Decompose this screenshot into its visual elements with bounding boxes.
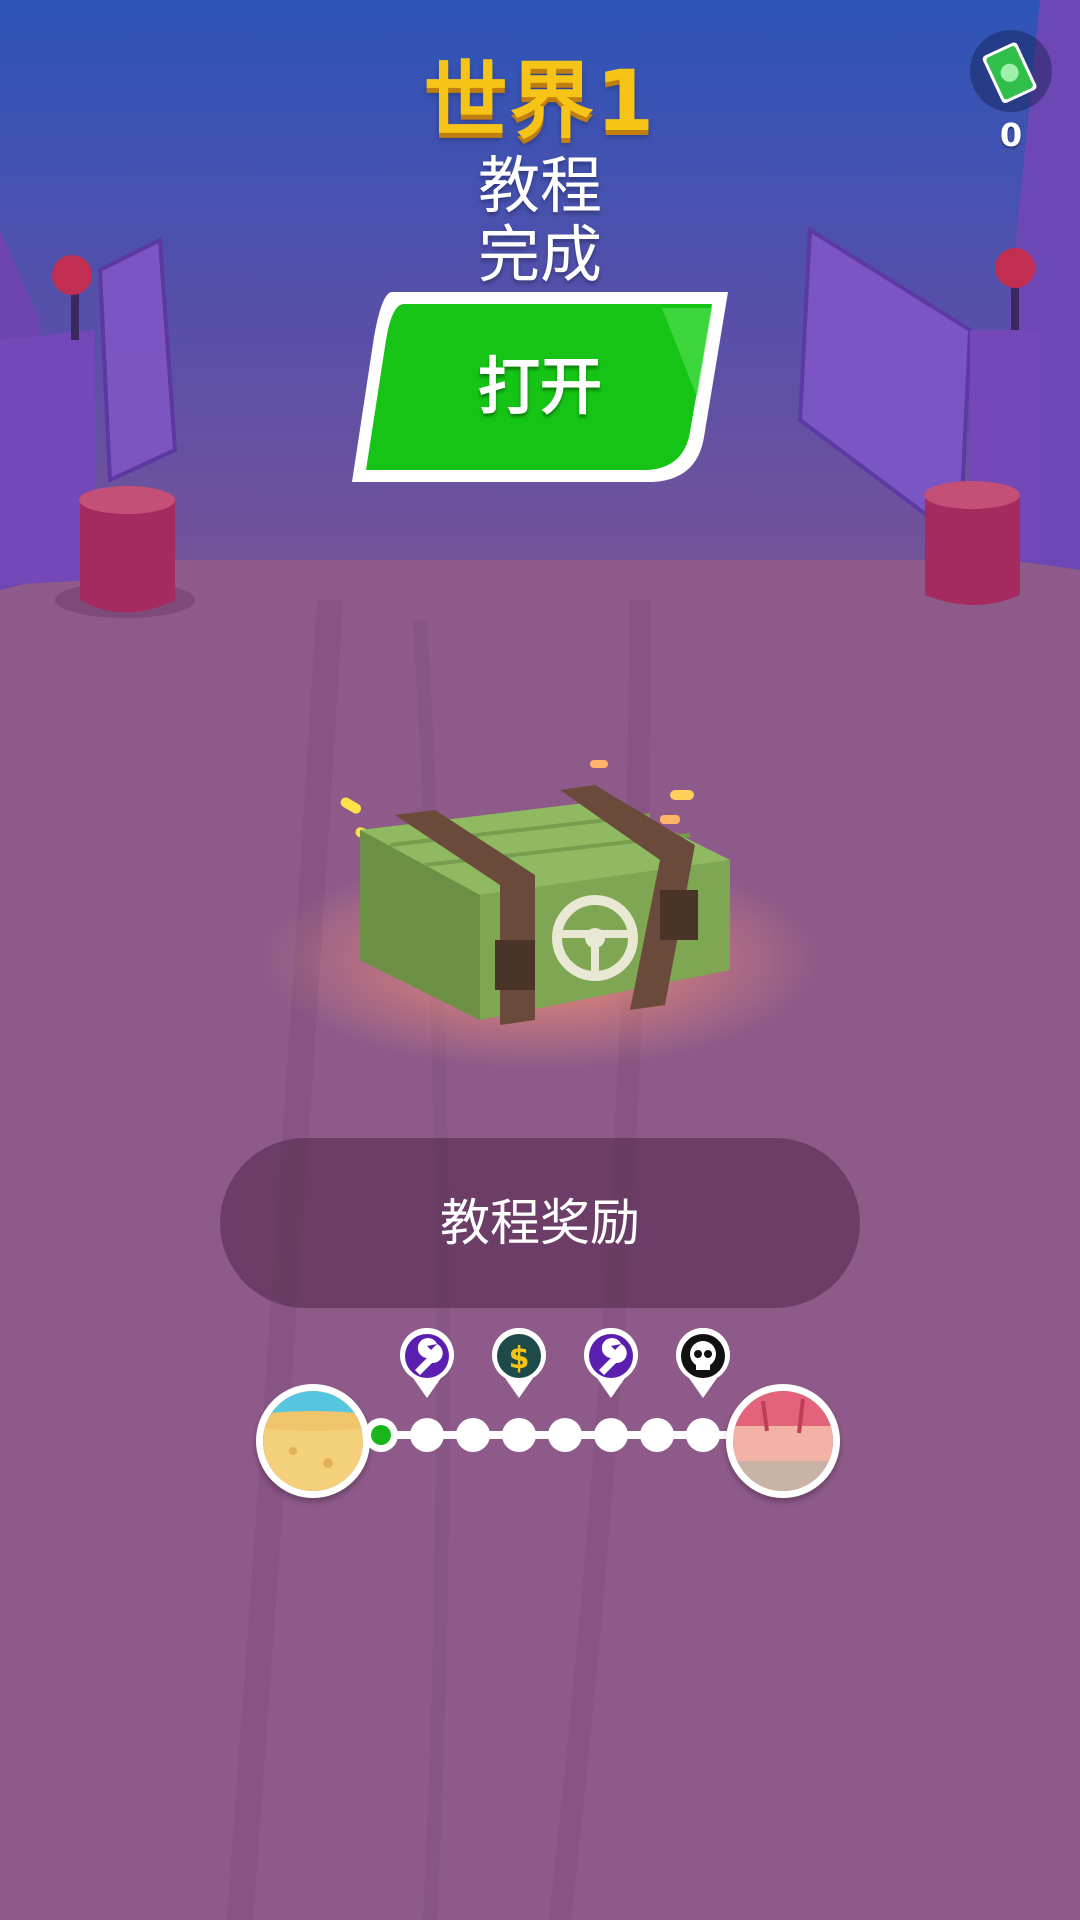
progress-stage-dot bbox=[410, 1418, 444, 1452]
progress-stage-dot bbox=[594, 1418, 628, 1452]
pink-world-icon bbox=[726, 1384, 840, 1498]
svg-text:$: $ bbox=[509, 1341, 530, 1376]
open-button[interactable]: 打开 bbox=[352, 292, 728, 482]
wrench-marker bbox=[583, 1327, 639, 1400]
reward-banner: 教程奖励 bbox=[220, 1138, 860, 1308]
progress-stage-dot bbox=[640, 1418, 674, 1452]
reward-label: 教程奖励 bbox=[440, 1194, 640, 1252]
progress-stage-dot bbox=[502, 1418, 536, 1452]
progress-stage-dot bbox=[456, 1418, 490, 1452]
desert-world-icon bbox=[256, 1384, 370, 1498]
wrench-icon bbox=[400, 1327, 454, 1398]
progress-stage-dot bbox=[548, 1418, 582, 1452]
skull-marker bbox=[675, 1327, 731, 1400]
wrench-icon bbox=[584, 1327, 638, 1398]
cash-counter[interactable] bbox=[970, 30, 1052, 112]
progress-stage-dot bbox=[686, 1418, 720, 1452]
tutorial-status-line2: 完成 bbox=[477, 218, 602, 291]
cash-amount: 0 bbox=[999, 116, 1023, 154]
wrench-marker bbox=[399, 1327, 455, 1400]
skull-icon bbox=[676, 1327, 730, 1398]
dollar-marker: $ bbox=[491, 1327, 547, 1400]
cash-icon bbox=[982, 42, 1037, 104]
open-button-label: 打开 bbox=[477, 350, 602, 423]
progress-stage-dot bbox=[364, 1418, 398, 1452]
reward-crate[interactable] bbox=[330, 720, 750, 1040]
dollar-icon: $ bbox=[492, 1327, 546, 1398]
